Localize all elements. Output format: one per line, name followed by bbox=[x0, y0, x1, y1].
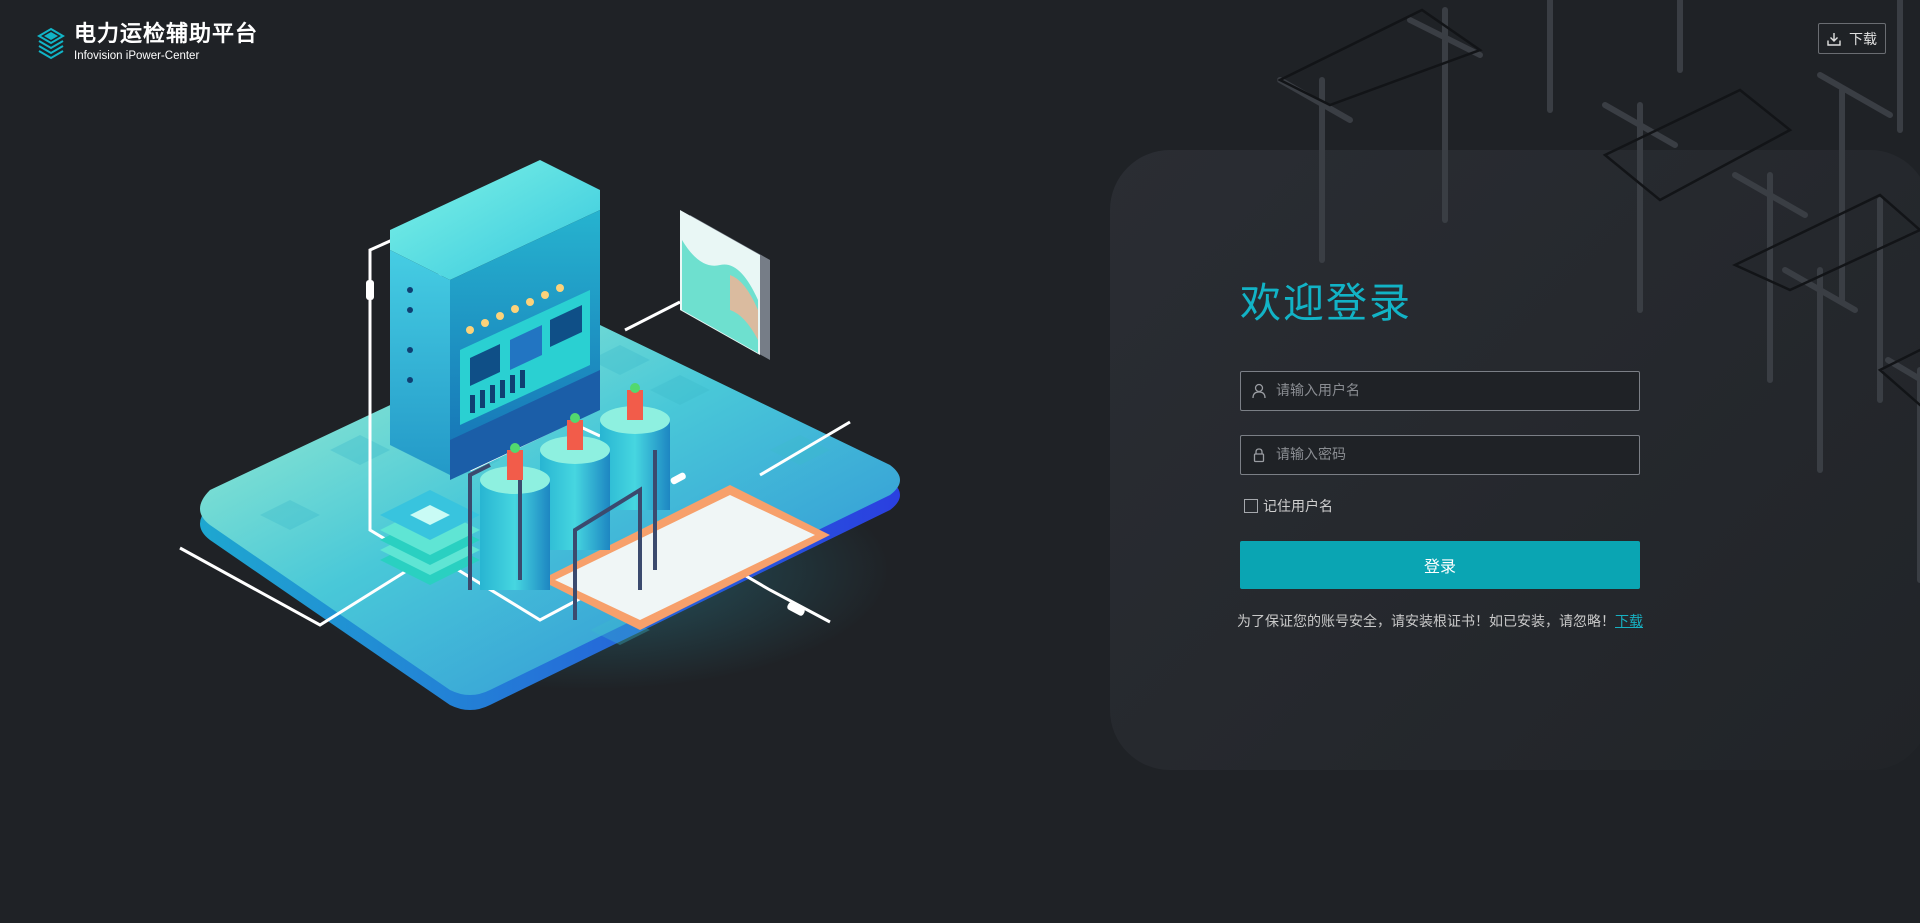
username-field[interactable] bbox=[1240, 371, 1640, 411]
user-icon bbox=[1248, 380, 1270, 402]
notice-text: 为了保证您的账号安全，请安装根证书！如已安装，请忽略！ bbox=[1237, 614, 1615, 630]
remember-checkbox[interactable] bbox=[1244, 499, 1258, 513]
lock-icon bbox=[1248, 444, 1270, 466]
username-input[interactable] bbox=[1274, 372, 1639, 410]
brand-logo[interactable]: 电力运检辅助平台 Infovision iPower-Center bbox=[36, 22, 258, 63]
password-field[interactable] bbox=[1240, 435, 1640, 475]
certificate-download-link[interactable]: 下载 bbox=[1615, 614, 1643, 630]
download-label: 下载 bbox=[1849, 31, 1877, 48]
password-input[interactable] bbox=[1274, 436, 1639, 474]
remember-label: 记住用户名 bbox=[1263, 499, 1333, 515]
power-equipment-illustration bbox=[179, 160, 900, 710]
welcome-title: 欢迎登录 bbox=[1240, 279, 1412, 327]
app-subtitle: Infovision iPower-Center bbox=[74, 50, 200, 62]
download-icon bbox=[1827, 32, 1841, 46]
app-title: 电力运检辅助平台 bbox=[74, 22, 259, 47]
certificate-notice: 为了保证您的账号安全，请安装根证书！如已安装，请忽略！下载 bbox=[1237, 611, 1643, 631]
remember-username[interactable]: 记住用户名 bbox=[1240, 495, 1640, 517]
login-form: 欢迎登录 记住用户名 登录 为了保证您的账号安全，请安装根证书！如已安装，请忽略… bbox=[1237, 275, 1643, 631]
login-button[interactable]: 登录 bbox=[1240, 541, 1640, 589]
layers-logo-icon bbox=[37, 27, 65, 59]
download-button[interactable]: 下载 bbox=[1818, 23, 1886, 54]
